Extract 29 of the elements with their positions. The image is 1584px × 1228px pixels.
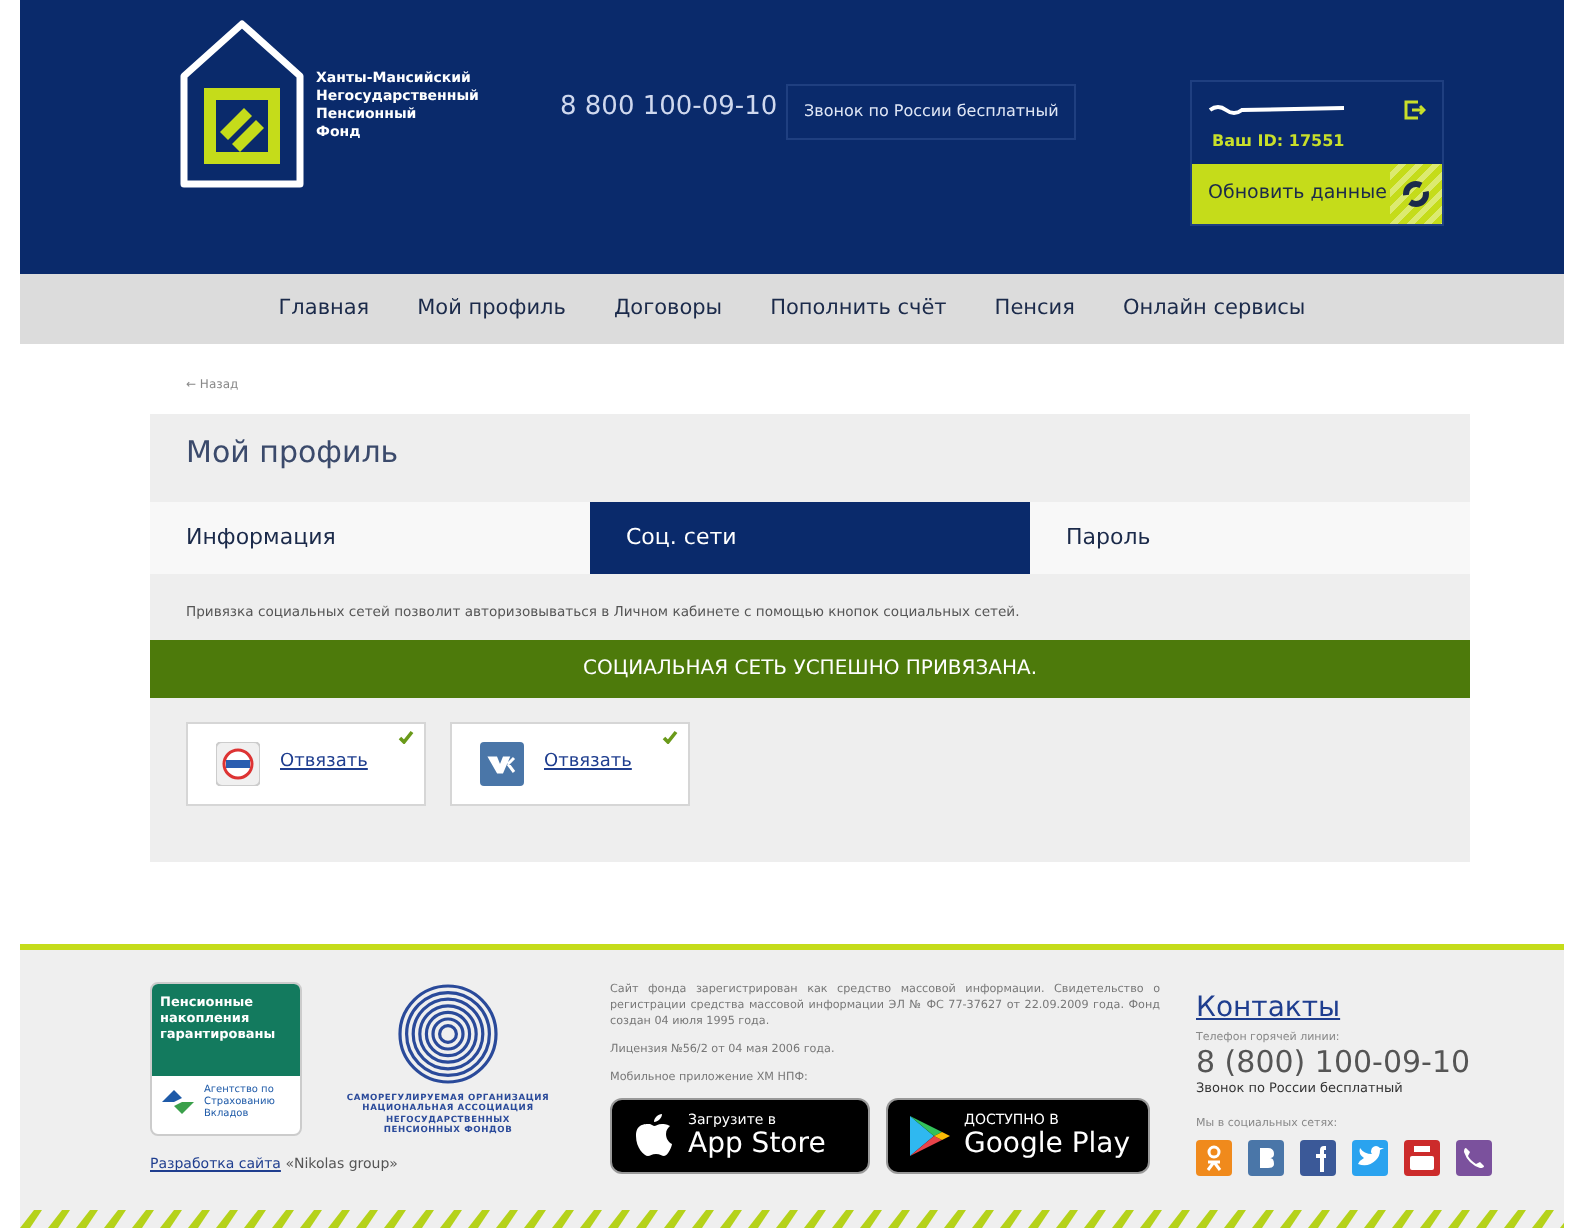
hotline-phone: 8 (800) 100-09-10 (1196, 1046, 1473, 1081)
twitter-icon[interactable] (1352, 1140, 1388, 1177)
nav-link[interactable]: Пенсия (994, 293, 1075, 325)
unlink-link[interactable]: Отвязать (280, 750, 368, 778)
hidden-name-drawing (1208, 102, 1348, 118)
facebook-icon[interactable] (1300, 1140, 1336, 1177)
nav-link[interactable]: Онлайн сервисы (1122, 293, 1306, 325)
nav-link[interactable]: Договоры (613, 293, 723, 325)
nav-link[interactable]: Главная (278, 293, 370, 325)
nav-link[interactable]: Мой профиль (417, 293, 566, 325)
tab[interactable]: Соц. сети (590, 502, 1030, 574)
agency-logo-icon (158, 1086, 198, 1118)
phone-number: 8 800 100-09-10 (560, 90, 778, 126)
play-icon (904, 1112, 952, 1160)
refresh-icon (1402, 180, 1430, 208)
logout-icon[interactable] (1402, 98, 1426, 122)
refresh-button[interactable]: Обновить данные (1192, 164, 1442, 224)
nav-link[interactable]: Пополнить счёт (770, 293, 947, 325)
page-title: Мой профиль (184, 432, 401, 474)
user-id: Ваш ID: 17551 (1210, 130, 1347, 154)
viber-icon[interactable] (1456, 1140, 1492, 1177)
success-alert: СОЦИАЛЬНАЯ СЕТЬ УСПЕШНО ПРИВЯЗАНА. (150, 640, 1470, 699)
gosuslugi-logo-icon (216, 742, 260, 787)
vk-icon[interactable] (1248, 1140, 1284, 1177)
unlink-link[interactable]: Отвязать (544, 750, 632, 778)
contacts-link[interactable]: Контакты (1196, 988, 1341, 1030)
vk-logo-icon (480, 742, 524, 787)
youtube-icon[interactable] (1404, 1140, 1440, 1177)
phone-note: Звонок по России бесплатный (786, 84, 1077, 140)
